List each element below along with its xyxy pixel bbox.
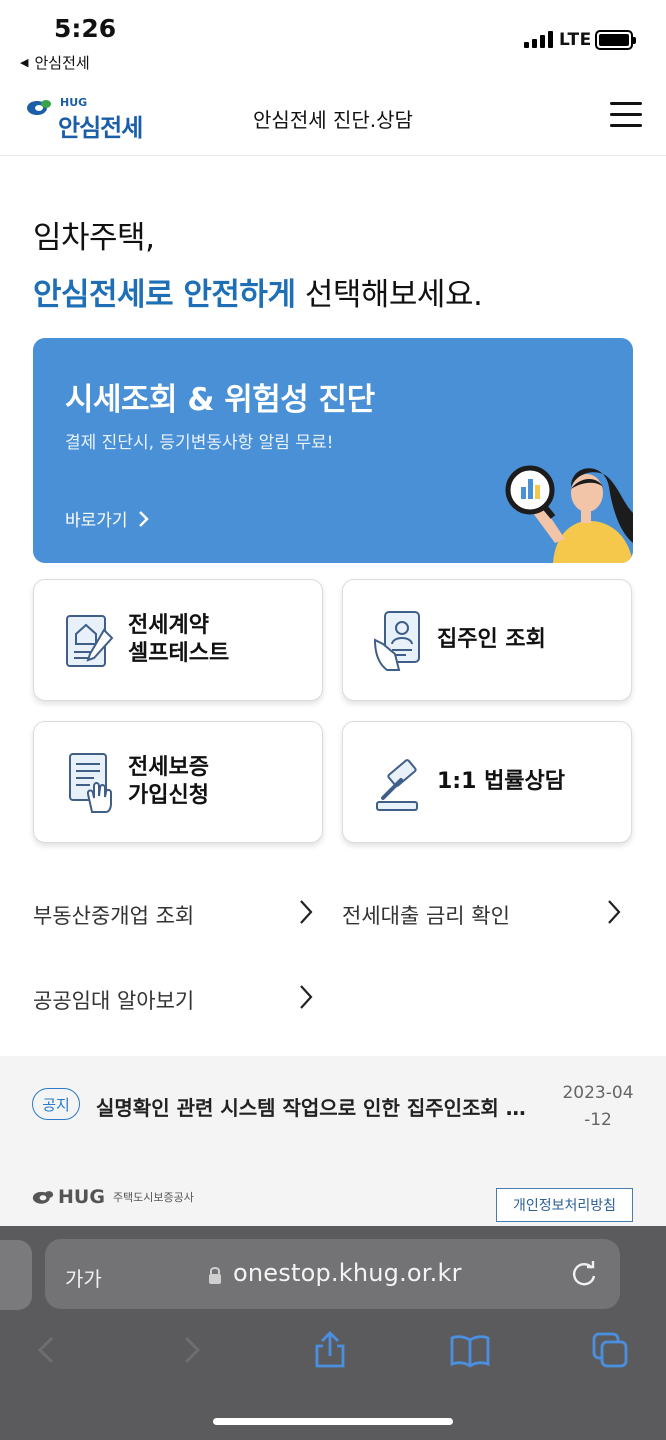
legal-consult-card[interactable]: 1:1 법률상담 [342, 721, 632, 843]
back-triangle-icon: ◀ [20, 56, 29, 69]
notice-text[interactable]: 실명확인 관련 시스템 작업으로 인한 집주인조회 … [96, 1092, 556, 1121]
card-label: 전세보증 가입신청 [128, 722, 209, 842]
notice-date-line1: 2023-04 [562, 1083, 634, 1103]
card-label-line1: 전세보증 [128, 755, 209, 780]
chevron-right-icon [138, 510, 149, 527]
chevron-right-icon[interactable] [298, 984, 314, 1010]
previous-tab-peek[interactable] [0, 1240, 32, 1310]
card-label: 집주인 조회 [437, 580, 546, 700]
privacy-policy-button[interactable]: 개인정보처리방침 [496, 1188, 633, 1222]
card-label-line2: 셀프테스트 [128, 641, 230, 666]
banner-link-label: 바로가기 [65, 511, 128, 531]
site-header: HUG 안심전세 안심전세 진단.상담 [0, 80, 666, 156]
card-label-line1: 전세계약 [128, 613, 209, 638]
gavel-icon [376, 759, 418, 811]
footer-logo-text: HUG [58, 1186, 105, 1208]
share-icon[interactable] [310, 1330, 350, 1370]
card-label-line1: 1:1 법률상담 [437, 769, 566, 794]
hero-heading: 임차주택, 안심전세로 안전하게 선택해보세요. [33, 212, 483, 314]
page: 5:26 ◀ 안심전세 LTE HUG 안심전세 안심전세 진단.상담 임차주택… [0, 0, 666, 1440]
back-app-label: 안심전세 [34, 54, 90, 72]
home-indicator[interactable] [213, 1418, 453, 1425]
battery-icon [595, 30, 636, 50]
tabs-icon[interactable] [590, 1330, 630, 1370]
url-text[interactable]: onestop.khug.or.kr [233, 1259, 462, 1287]
notice-date: 2023-04 -12 [558, 1080, 638, 1134]
lock-icon [209, 1267, 221, 1284]
id-card-hand-icon [373, 611, 420, 671]
chevron-right-icon[interactable] [606, 899, 622, 925]
back-to-app-button[interactable]: ◀ 안심전세 [20, 52, 90, 73]
back-icon[interactable] [28, 1330, 68, 1370]
guarantee-apply-card[interactable]: 전세보증 가입신청 [33, 721, 323, 843]
notice-bar[interactable]: 공지 실명확인 관련 시스템 작업으로 인한 집주인조회 … 2023-04 -… [0, 1056, 666, 1156]
network-label: LTE [559, 30, 592, 50]
public-rental-link[interactable]: 공공임대 알아보기 [33, 985, 194, 1015]
browser-toolbar: 가가 onestop.khug.or.kr [0, 1226, 666, 1440]
card-label: 1:1 법률상담 [437, 722, 565, 842]
hamburger-menu-icon[interactable] [610, 102, 642, 130]
card-label-line2: 가입신청 [128, 783, 209, 808]
banner-subtitle: 결제 진단시, 등기변동사항 알림 무료! [65, 433, 334, 453]
contract-house-icon [66, 615, 114, 667]
document-hand-icon [69, 753, 112, 813]
chevron-right-icon[interactable] [298, 899, 314, 925]
text-size-button[interactable]: 가가 [65, 1263, 102, 1292]
self-test-card[interactable]: 전세계약 셀프테스트 [33, 579, 323, 701]
hero-accent: 안심전세로 안전하게 [33, 277, 296, 313]
notice-badge: 공지 [32, 1088, 80, 1120]
forward-icon[interactable] [170, 1330, 210, 1370]
page-title: 안심전세 진단.상담 [253, 108, 413, 132]
address-bar[interactable]: 가가 onestop.khug.or.kr [45, 1239, 620, 1309]
hero-rest: 선택해보세요. [295, 277, 483, 313]
card-label-line1: 집주인 조회 [437, 627, 546, 652]
hero-line1: 임차주택, [33, 220, 155, 256]
card-label: 전세계약 셀프테스트 [128, 580, 229, 700]
price-check-banner[interactable]: 시세조회 & 위험성 진단 결제 진단시, 등기변동사항 알림 무료! 바로가기 [33, 338, 633, 563]
notice-date-line2: -12 [584, 1110, 612, 1130]
woman-magnifier-illustration-icon [505, 465, 633, 563]
banner-title: 시세조회 & 위험성 진단 [65, 382, 375, 418]
status-bar: 5:26 ◀ 안심전세 LTE [0, 0, 666, 80]
loan-rate-link[interactable]: 전세대출 금리 확인 [342, 900, 510, 930]
footer-logo: HUG 주택도시보증공사 [32, 1186, 194, 1208]
reload-icon[interactable] [569, 1259, 599, 1289]
bookmarks-icon[interactable] [450, 1330, 490, 1370]
banner-shortcut-link[interactable]: 바로가기 [65, 506, 150, 531]
landlord-lookup-card[interactable]: 집주인 조회 [342, 579, 632, 701]
hero-line2: 안심전세로 안전하게 선택해보세요. [33, 269, 483, 314]
hug-logo-mark-icon [32, 1191, 54, 1204]
footer-company: 주택도시보증공사 [112, 1191, 194, 1204]
broker-lookup-link[interactable]: 부동산중개업 조회 [33, 900, 194, 930]
footer: HUG 주택도시보증공사 개인정보처리방침 [0, 1156, 666, 1228]
status-time: 5:26 [54, 14, 117, 43]
signal-icon [524, 30, 553, 48]
